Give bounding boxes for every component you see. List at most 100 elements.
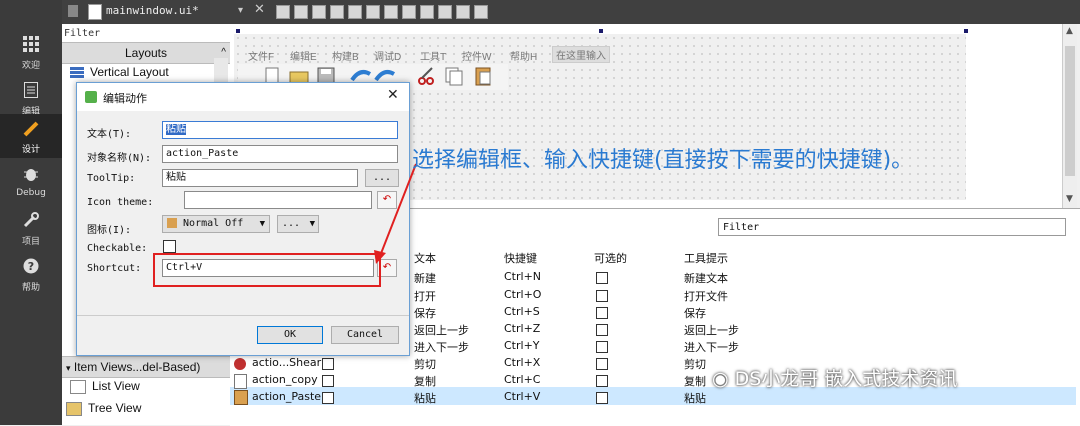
undo-icon	[350, 70, 372, 82]
cell-text: 进入下一步	[414, 341, 469, 354]
bug-icon	[0, 160, 62, 188]
checkable-checkbox[interactable]	[596, 375, 608, 387]
cell-text: 保存	[414, 307, 436, 320]
checkable-checkbox[interactable]	[596, 358, 608, 370]
menu-debug[interactable]: 调试D	[374, 48, 401, 63]
mode-debug[interactable]: Debug	[0, 160, 62, 204]
checkable-checkbox[interactable]	[596, 392, 608, 404]
cell-tooltip: 剪切	[684, 358, 706, 371]
checkable-checkbox[interactable]	[596, 324, 608, 336]
layout-splitter-h-icon[interactable]	[384, 5, 398, 19]
text-input[interactable]: 粘贴	[162, 121, 398, 139]
widget-list-view[interactable]: List View	[62, 376, 238, 396]
cell-shortcut: Ctrl+Z	[504, 322, 541, 335]
break-layout-icon[interactable]	[456, 5, 470, 19]
checkable-checkbox[interactable]	[596, 290, 608, 302]
selection-handle[interactable]	[599, 29, 603, 33]
cell-tooltip: 保存	[684, 307, 706, 320]
cell-shortcut: Ctrl+O	[504, 288, 542, 301]
menu-help[interactable]: 帮助H	[510, 48, 537, 63]
icon-more-label: ...	[282, 218, 301, 229]
mode-sidebar: 欢迎 编辑 设计 Debug 项目 ? 帮助	[0, 0, 62, 425]
action-filter-input[interactable]: Filter	[718, 218, 1066, 236]
selection-handle[interactable]	[236, 29, 240, 33]
category-item-views[interactable]: ▾ Item Views...del-Based)	[62, 356, 234, 378]
icon-more-button[interactable]: ... ▼	[277, 215, 319, 233]
canvas-vertical-scrollbar[interactable]: ▲ ▼	[1062, 24, 1077, 208]
icon-state-select[interactable]: Normal Off ▼	[162, 215, 270, 233]
icon-state-value: Normal Off	[183, 218, 244, 229]
category-label: Layouts	[124, 46, 168, 60]
checkable-checkbox[interactable]	[596, 307, 608, 319]
used-checkbox[interactable]	[322, 392, 334, 404]
cell-text: 新建	[414, 272, 436, 285]
scroll-down-icon[interactable]: ▼	[1066, 194, 1073, 204]
cell-name: action_copy	[252, 373, 318, 386]
tooltip-input[interactable]: 粘贴	[162, 169, 358, 187]
menu-tools[interactable]: 工具T	[420, 48, 446, 63]
category-layouts[interactable]: Layouts ^	[62, 42, 230, 64]
edit-signals-icon[interactable]	[294, 5, 308, 19]
mode-label: 项目	[21, 237, 40, 247]
widget-label: List View	[92, 379, 140, 393]
checkable-checkbox[interactable]	[163, 240, 176, 253]
mode-help[interactable]: ? 帮助	[0, 252, 62, 296]
cell-shortcut: Ctrl+Y	[504, 339, 540, 352]
menu-build[interactable]: 构建B	[332, 48, 359, 63]
ok-button[interactable]: OK	[257, 326, 323, 344]
edit-buddies-icon[interactable]	[312, 5, 326, 19]
menu-file[interactable]: 文件F	[248, 48, 274, 63]
dropdown-icon[interactable]: ▾	[238, 5, 243, 16]
column-header-checkable[interactable]: 可选的	[594, 250, 627, 266]
selection-handle[interactable]	[964, 29, 968, 33]
widget-vertical-layout[interactable]: Vertical Layout	[62, 62, 238, 82]
column-header-tooltip[interactable]: 工具提示	[684, 250, 728, 266]
cut-icon	[418, 67, 434, 85]
copy-icon	[234, 374, 247, 389]
menu-edit[interactable]: 编辑E	[290, 48, 317, 63]
widget-tree-view[interactable]: Tree View	[62, 398, 234, 418]
dialog-titlebar[interactable]: 编辑动作 ✕	[77, 83, 409, 111]
svg-text:?: ?	[28, 260, 34, 273]
mode-label: 帮助	[21, 283, 40, 293]
column-header-shortcut[interactable]: 快捷键	[504, 250, 537, 266]
menu-controls[interactable]: 控件W	[462, 48, 491, 63]
cancel-button[interactable]: Cancel	[331, 326, 399, 344]
edit-tab-order-icon[interactable]	[330, 5, 344, 19]
checkable-checkbox[interactable]	[596, 272, 608, 284]
layout-form-icon[interactable]	[438, 5, 452, 19]
menu-type-here[interactable]: 在这里输入	[552, 46, 610, 63]
editor-toolbar: mainwindow.ui* ▾ ✕	[62, 0, 1080, 24]
cell-tooltip: 粘贴	[684, 392, 706, 405]
layout-horizontal-icon[interactable]	[348, 5, 362, 19]
widget-filter-input[interactable]: Filter	[64, 26, 224, 42]
used-checkbox[interactable]	[322, 375, 334, 387]
icon-theme-input[interactable]	[184, 191, 372, 209]
layout-grid-icon[interactable]	[420, 5, 434, 19]
close-icon[interactable]: ✕	[254, 2, 265, 17]
cell-tooltip: 新建文本	[684, 272, 728, 285]
mode-projects[interactable]: 项目	[0, 206, 62, 250]
scroll-up-icon[interactable]: ▲	[1066, 26, 1073, 36]
close-icon[interactable]: ✕	[387, 87, 399, 103]
cell-tooltip: 打开文件	[684, 290, 728, 303]
cell-shortcut: Ctrl+X	[504, 356, 541, 369]
mode-welcome[interactable]: 欢迎	[0, 30, 62, 74]
paste-icon	[475, 67, 491, 86]
used-checkbox[interactable]	[322, 358, 334, 370]
cell-tooltip: 复制	[684, 375, 706, 388]
object-name-input[interactable]: action_Paste	[162, 145, 398, 163]
layout-vertical-icon[interactable]	[366, 5, 380, 19]
scroll-thumb[interactable]	[1065, 46, 1075, 176]
checkable-label: Checkable:	[87, 243, 148, 254]
expand-icon: ▾	[66, 363, 71, 373]
adjust-size-icon[interactable]	[474, 5, 488, 19]
checkable-checkbox[interactable]	[596, 341, 608, 353]
layout-splitter-v-icon[interactable]	[402, 5, 416, 19]
tooltip-label: ToolTip:	[87, 173, 136, 184]
copy-icon	[445, 67, 463, 86]
mode-design[interactable]: 设计	[0, 114, 62, 158]
cell-text: 剪切	[414, 358, 436, 371]
file-tab[interactable]: mainwindow.ui*	[106, 4, 199, 17]
edit-widgets-icon[interactable]	[276, 5, 290, 19]
